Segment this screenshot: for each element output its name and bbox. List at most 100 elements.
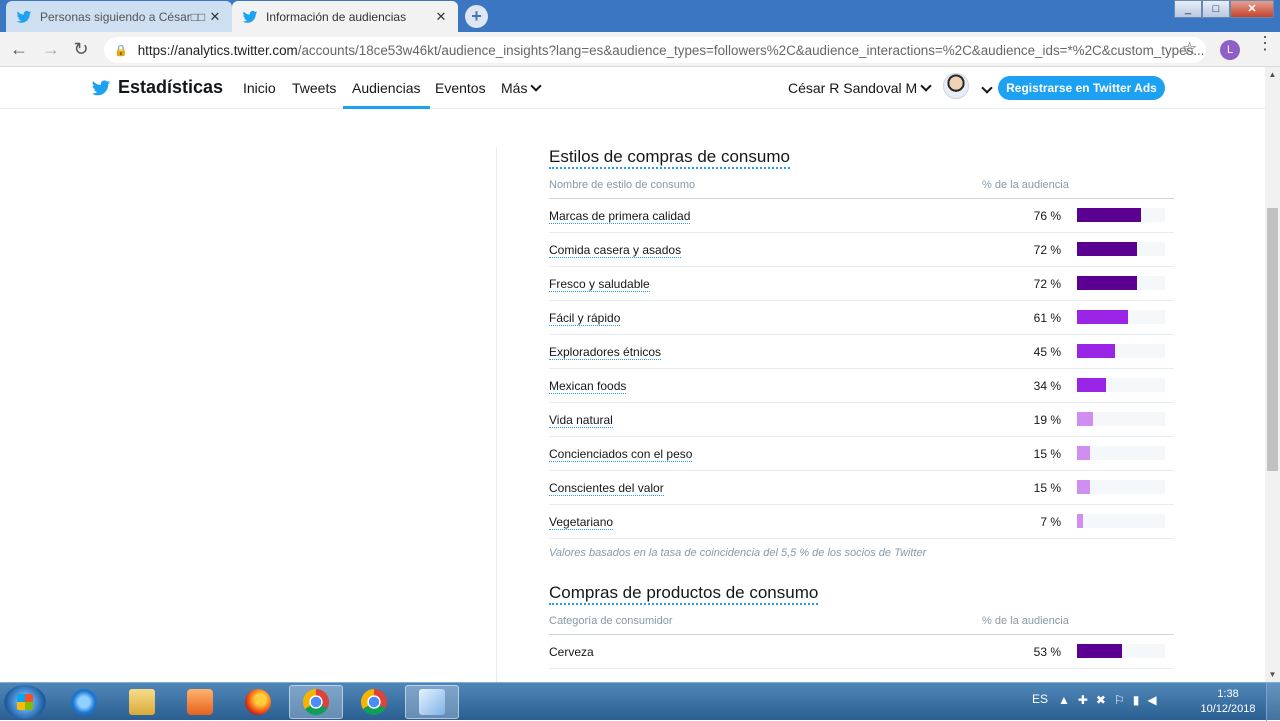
row-label[interactable]: Conscientes del valor bbox=[549, 481, 664, 496]
reload-icon[interactable]: ↻ bbox=[70, 39, 92, 61]
taskbar-chrome-2[interactable] bbox=[347, 685, 401, 719]
table-row: Comida casera y asados 72 % bbox=[549, 233, 1174, 267]
page-scrollbar[interactable]: ▲ ▼ bbox=[1265, 67, 1280, 682]
profile-avatar[interactable]: L bbox=[1220, 40, 1240, 60]
taskbar-media[interactable] bbox=[173, 685, 227, 719]
table-header: Categoría de consumidor % de la audienci… bbox=[549, 613, 1174, 635]
browser-menu-icon[interactable]: ⋮ bbox=[1256, 34, 1274, 52]
twitter-bird-icon bbox=[242, 10, 258, 23]
tab-followers[interactable]: Personas siguiendo a César□□ (@ ✕ bbox=[6, 1, 232, 32]
address-bar[interactable]: 🔒 https://analytics.twitter.com/accounts… bbox=[104, 37, 1206, 63]
taskbar-app[interactable] bbox=[405, 685, 459, 719]
language-indicator[interactable]: ES bbox=[1032, 692, 1048, 706]
show-desktop-button[interactable] bbox=[1266, 683, 1280, 721]
row-label[interactable]: Mexican foods bbox=[549, 379, 627, 394]
user-name: César R Sandoval M bbox=[788, 80, 918, 96]
row-label[interactable]: Exploradores étnicos bbox=[549, 345, 662, 360]
bookmark-star-icon[interactable]: ☆ bbox=[1182, 39, 1197, 59]
percentage-bar-track bbox=[1077, 208, 1165, 222]
chevron-down-icon bbox=[920, 80, 932, 92]
avatar-chevron-down-icon[interactable] bbox=[978, 82, 993, 100]
scroll-down-icon[interactable]: ▼ bbox=[1265, 667, 1280, 682]
section-title[interactable]: Estilos de compras de consumo bbox=[549, 147, 790, 169]
taskbar-ie[interactable] bbox=[57, 685, 111, 719]
footnote: Valores basados en la tasa de coincidenc… bbox=[549, 547, 927, 559]
brand-label: Estadísticas bbox=[118, 77, 224, 97]
row-label[interactable]: Comida casera y asados bbox=[549, 243, 682, 258]
percentage-bar bbox=[1077, 310, 1129, 324]
tab-audience-insights[interactable]: Información de audiencias ✕ bbox=[232, 1, 458, 32]
url-path: /accounts/18ce53w46kt/audience_insights?… bbox=[297, 42, 1205, 58]
row-percentage: 34 % bbox=[1033, 379, 1061, 393]
row-label[interactable]: Marcas de primera calidad bbox=[549, 209, 691, 224]
taskbar-explorer[interactable] bbox=[115, 685, 169, 719]
forward-arrow-icon[interactable]: → bbox=[40, 39, 62, 61]
column-header-name: Nombre de estilo de consumo bbox=[549, 179, 696, 191]
column-header-pct: % de la audiencia bbox=[982, 179, 1069, 191]
taskbar-chrome-active[interactable] bbox=[289, 685, 343, 719]
nav-audiencias[interactable]: Audiencias bbox=[343, 80, 430, 109]
analytics-nav: Estadísticas Inicio Tweets Audiencias Ev… bbox=[0, 67, 1265, 109]
nav-mas[interactable]: Más bbox=[501, 80, 543, 96]
row-label[interactable]: Fresco y saludable bbox=[549, 277, 650, 292]
tab-title: Personas siguiendo a César□□ (@ bbox=[40, 9, 208, 24]
section-title[interactable]: Compras de productos de consumo bbox=[549, 583, 819, 605]
chrome-icon bbox=[303, 689, 329, 715]
row-percentage: 15 % bbox=[1033, 447, 1061, 461]
scrollbar-thumb[interactable] bbox=[1267, 208, 1278, 471]
row-label[interactable]: Concienciados con el peso bbox=[549, 447, 693, 462]
page-content: Estadísticas Inicio Tweets Audiencias Ev… bbox=[0, 67, 1265, 682]
avatar[interactable] bbox=[943, 73, 969, 99]
browser-toolbar: ← → ↻ 🔒 https://analytics.twitter.com/ac… bbox=[0, 32, 1280, 67]
window-controls: _ □ ✕ bbox=[1174, 0, 1274, 20]
nav-eventos[interactable]: Eventos bbox=[435, 80, 486, 96]
row-label[interactable]: Vegetariano bbox=[549, 515, 614, 530]
table-row: Fácil y rápido 61 % bbox=[549, 301, 1174, 335]
user-menu[interactable]: César R Sandoval M bbox=[788, 80, 932, 96]
new-tab-button[interactable]: + bbox=[465, 5, 488, 28]
taskbar-firefox[interactable] bbox=[231, 685, 285, 719]
column-header-pct: % de la audiencia bbox=[982, 615, 1069, 627]
clock-date: 10/12/2018 bbox=[1200, 703, 1256, 715]
percentage-bar-track bbox=[1077, 514, 1165, 528]
percentage-bar-track bbox=[1077, 242, 1165, 256]
internet-explorer-icon bbox=[71, 689, 97, 715]
row-percentage: 72 % bbox=[1033, 243, 1061, 257]
windows-taskbar: ES ▲✚✖⚐▮◀ 1:38 10/12/2018 bbox=[0, 682, 1280, 721]
percentage-bar bbox=[1077, 480, 1090, 494]
tray-icons[interactable]: ▲✚✖⚐▮◀ bbox=[1058, 693, 1165, 707]
row-percentage: 53 % bbox=[1033, 645, 1061, 659]
clock[interactable]: 1:38 10/12/2018 bbox=[1196, 687, 1260, 717]
back-arrow-icon[interactable]: ← bbox=[8, 39, 30, 61]
table-row: Conscientes del valor 15 % bbox=[549, 471, 1174, 505]
percentage-bar-track bbox=[1077, 412, 1165, 426]
maximize-button[interactable]: □ bbox=[1202, 0, 1230, 18]
percentage-bar bbox=[1077, 514, 1083, 528]
close-tab-icon[interactable]: ✕ bbox=[434, 9, 448, 25]
minimize-button[interactable]: _ bbox=[1174, 0, 1202, 18]
row-label[interactable]: Cerveza bbox=[549, 645, 594, 659]
twitter-bird-icon bbox=[91, 79, 111, 95]
table-row: Vida natural 19 % bbox=[549, 403, 1174, 437]
close-window-button[interactable]: ✕ bbox=[1230, 0, 1274, 18]
table-row: Fresco y saludable 72 % bbox=[549, 267, 1174, 301]
close-tab-icon[interactable]: ✕ bbox=[208, 9, 222, 25]
row-label[interactable]: Fácil y rápido bbox=[549, 311, 621, 326]
analytics-brand[interactable]: Estadísticas bbox=[90, 77, 223, 98]
percentage-bar bbox=[1077, 412, 1093, 426]
nav-inicio[interactable]: Inicio bbox=[243, 80, 276, 96]
twitter-bird-icon bbox=[16, 10, 32, 23]
scroll-up-icon[interactable]: ▲ bbox=[1265, 67, 1280, 82]
tab-title: Información de audiencias bbox=[266, 9, 407, 24]
clock-time: 1:38 bbox=[1217, 688, 1239, 700]
nav-tweets[interactable]: Tweets bbox=[292, 80, 336, 96]
media-player-icon bbox=[187, 689, 213, 715]
percentage-bar-track bbox=[1077, 644, 1165, 658]
folder-icon bbox=[129, 689, 155, 715]
row-label[interactable]: Vida natural bbox=[549, 413, 613, 428]
row-percentage: 15 % bbox=[1033, 481, 1061, 495]
table-header: Nombre de estilo de consumo % de la audi… bbox=[549, 177, 1174, 199]
register-twitter-ads-button[interactable]: Registrarse en Twitter Ads bbox=[998, 76, 1165, 100]
percentage-bar bbox=[1077, 446, 1090, 460]
start-button[interactable] bbox=[4, 685, 46, 719]
